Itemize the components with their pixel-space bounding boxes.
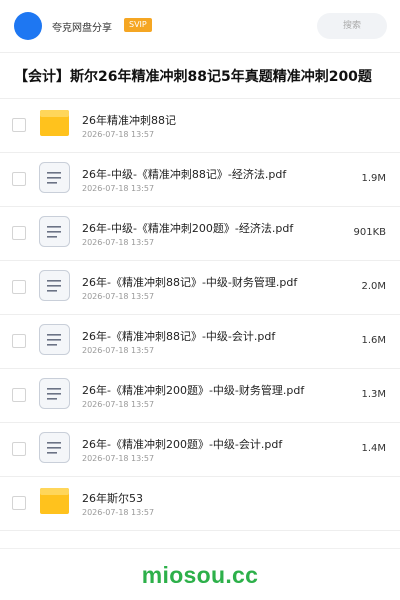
file-size: 1.3M [361,389,386,400]
file-size: 901KB [353,227,386,238]
file-row[interactable]: 26年-《精准冲刺88记》-中级-财务管理.pdf 2026-07-18 13:… [0,261,400,315]
folder-icon [40,488,69,514]
app-name: 夸克网盘分享 [52,23,112,34]
row-checkbox[interactable] [12,496,26,510]
document-icon [39,270,70,301]
file-size: 1.9M [361,173,386,184]
file-size: 1.6M [361,335,386,346]
row-checkbox[interactable] [12,334,26,348]
file-date: 2026-07-18 13:57 [82,184,155,193]
page-title: 【会计】斯尔26年精准冲刺88记5年真题精准冲刺200题 [14,69,372,85]
file-date: 2026-07-18 13:57 [82,292,155,301]
document-icon [39,162,70,193]
file-name[interactable]: 26年-《精准冲刺200题》-中级-财务管理.pdf [82,382,304,398]
document-icon [39,324,70,355]
watermark: miosou.cc [141,562,259,588]
file-name[interactable]: 26年斯尔53 [82,490,143,506]
document-icon [39,216,70,247]
file-list: 26年精准冲刺88记 2026-07-18 13:57 26年-中级-《精准冲刺… [0,99,400,531]
file-row[interactable]: 26年-中级-《精准冲刺200题》-经济法.pdf 2026-07-18 13:… [0,207,400,261]
document-icon [39,378,70,409]
file-name[interactable]: 26年-《精准冲刺88记》-中级-财务管理.pdf [82,274,297,290]
file-row[interactable]: 26年-《精准冲刺200题》-中级-会计.pdf 2026-07-18 13:5… [0,423,400,477]
search-box[interactable] [317,13,387,39]
file-name[interactable]: 26年-《精准冲刺88记》-中级-会计.pdf [82,328,275,344]
document-icon [39,432,70,463]
row-checkbox[interactable] [12,226,26,240]
file-date: 2026-07-18 13:57 [82,400,155,409]
file-name[interactable]: 26年精准冲刺88记 [82,112,176,128]
row-checkbox[interactable] [12,118,26,132]
file-name[interactable]: 26年-中级-《精准冲刺200题》-经济法.pdf [82,220,293,236]
file-row[interactable]: 26年-《精准冲刺88记》-中级-会计.pdf 2026-07-18 13:57… [0,315,400,369]
file-row[interactable]: 26年-中级-《精准冲刺88记》-经济法.pdf 2026-07-18 13:5… [0,153,400,207]
file-name[interactable]: 26年-《精准冲刺200题》-中级-会计.pdf [82,436,282,452]
row-checkbox[interactable] [12,280,26,294]
row-checkbox[interactable] [12,442,26,456]
file-date: 2026-07-18 13:57 [82,508,155,517]
file-size: 2.0M [361,281,386,292]
file-date: 2026-07-18 13:57 [82,130,155,139]
file-size: 1.4M [361,443,386,454]
search-input[interactable] [317,13,387,39]
file-date: 2026-07-18 13:57 [82,238,155,247]
file-row[interactable]: 26年-《精准冲刺200题》-中级-财务管理.pdf 2026-07-18 13… [0,369,400,423]
svip-badge: SVIP [124,18,152,32]
file-date: 2026-07-18 13:57 [82,346,155,355]
file-date: 2026-07-18 13:57 [82,454,155,463]
file-name[interactable]: 26年-中级-《精准冲刺88记》-经济法.pdf [82,166,286,182]
file-row[interactable]: 26年精准冲刺88记 2026-07-18 13:57 [0,99,400,153]
file-row[interactable]: 26年斯尔53 2026-07-18 13:57 [0,477,400,531]
folder-icon [40,110,69,136]
header-bar: 夸克网盘分享 SVIP [0,0,400,53]
row-checkbox[interactable] [12,172,26,186]
row-checkbox[interactable] [12,388,26,402]
avatar[interactable] [14,12,42,40]
footer-divider [0,548,400,549]
